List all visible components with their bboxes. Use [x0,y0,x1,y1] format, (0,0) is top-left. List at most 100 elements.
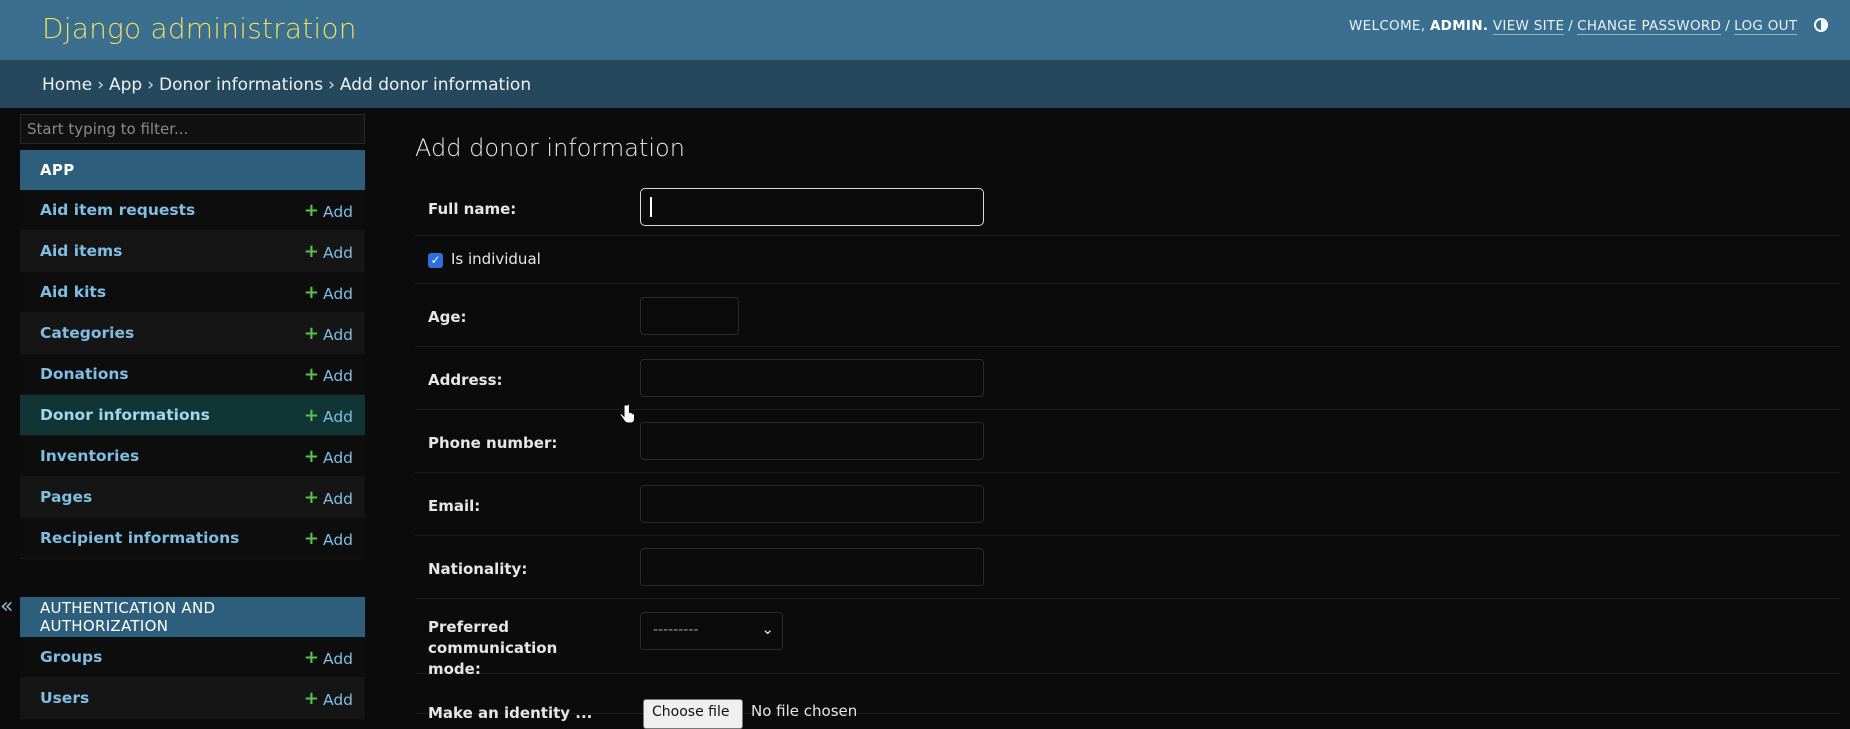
add-link[interactable]: + Add [304,241,353,262]
plus-icon: + [303,687,319,709]
add-link[interactable]: + Add [304,528,353,549]
sidebar-item-categories: Categories + Add [20,313,365,354]
auth-module: AUTHENTICATION AND AUTHORIZATION Groups … [20,597,365,719]
form-row-is-individual: ✓ Is individual [415,236,1840,284]
nav-filter-input[interactable] [20,114,365,144]
add-link-label: Add [322,407,353,426]
add-link[interactable]: + Add [304,200,353,221]
form-row-address: Address: [415,347,1840,410]
plus-icon: + [303,404,319,426]
age-input[interactable] [640,297,739,335]
plus-icon: + [303,363,319,385]
site-branding[interactable]: Django administration [42,12,357,45]
form-row-age: Age: [415,284,1840,347]
form-row-full-name: Full name: [415,180,1840,236]
model-link[interactable]: Aid item requests [40,201,195,219]
add-link-label: Add [322,489,353,508]
log-out-link[interactable]: LOG OUT [1734,18,1798,35]
plus-icon: + [303,527,319,549]
sidebar-item-pages: Pages + Add [20,477,365,518]
breadcrumb-separator: › [97,75,105,95]
app-module-caption[interactable]: APP [20,150,365,190]
model-link[interactable]: Users [40,689,89,707]
breadcrumb-current: Add donor information [339,75,532,95]
add-link-label: Add [322,325,353,344]
hand-cursor-icon [619,403,635,424]
plus-icon: + [303,486,319,508]
choose-file-button[interactable]: Choose file [643,699,743,729]
plus-icon: + [303,322,319,344]
add-link-label: Add [322,448,353,467]
user-tools-separator: / [1568,18,1574,34]
user-tools-separator: / [1725,18,1731,34]
add-link[interactable]: + Add [304,487,353,508]
add-link-label: Add [322,243,353,262]
change-password-link[interactable]: CHANGE PASSWORD [1577,18,1722,35]
form-row-file: Make an identity ... Choose file No file… [415,674,1840,729]
sidebar-item-donor-informations: Donor informations + Add [20,395,365,436]
collapse-sidebar-icon[interactable]: « [0,594,13,619]
phone-number-label: Phone number: [428,434,558,452]
form-row-nationality: Nationality: [415,536,1840,599]
add-link[interactable]: + Add [304,323,353,344]
add-link-label: Add [322,649,353,668]
add-link[interactable]: + Add [304,688,353,709]
model-link[interactable]: Groups [40,648,102,666]
model-link[interactable]: Donor informations [40,406,210,424]
plus-icon: + [303,240,319,262]
add-link[interactable]: + Add [304,364,353,385]
address-input[interactable] [640,359,984,397]
page-title: Add donor information [415,134,685,162]
breadcrumb-separator: › [147,75,155,95]
view-site-link[interactable]: VIEW SITE [1492,18,1565,35]
file-status: No file chosen [751,702,858,720]
chevron-down-icon: ⌄ [761,620,774,638]
sidebar-item-donations: Donations + Add [20,354,365,395]
is-individual-checkbox[interactable]: ✓ [428,253,443,268]
email-input[interactable] [640,485,984,523]
model-link[interactable]: Categories [40,324,134,342]
model-link[interactable]: Pages [40,488,92,506]
add-link[interactable]: + Add [304,405,353,426]
form-row-email: Email: [415,473,1840,536]
form-row-preferred-communication-mode: Preferred communication mode: --------- ⌄ [415,599,1840,678]
add-link[interactable]: + Add [304,282,353,303]
auth-module-caption[interactable]: AUTHENTICATION AND AUTHORIZATION [20,597,365,637]
model-link[interactable]: Recipient informations [40,529,239,547]
sidebar-item-aid-item-requests: Aid item requests + Add [20,190,365,231]
email-label: Email: [428,497,481,515]
plus-icon: + [303,199,319,221]
add-link-label: Add [322,202,353,221]
sidebar-item-aid-items: Aid items + Add [20,231,365,272]
add-link-label: Add [322,284,353,303]
add-link-label: Add [322,366,353,385]
sidebar-item-recipient-informations: Recipient informations + Add [20,518,365,559]
add-link[interactable]: + Add [304,446,353,467]
full-name-label: Full name: [428,200,517,218]
breadcrumb-app[interactable]: App [109,75,142,95]
breadcrumb-home[interactable]: Home [42,75,92,95]
model-link[interactable]: Donations [40,365,129,383]
model-link[interactable]: Aid items [40,242,122,260]
header: Django administration WELCOME, ADMIN. VI… [0,0,1850,60]
breadcrumb: Home › App › Donor informations › Add donor in… [0,60,1850,108]
theme-toggle-icon[interactable] [1814,18,1828,32]
full-name-input[interactable] [640,188,984,226]
phone-number-input[interactable] [640,422,984,460]
sidebar-item-users: Users + Add [20,678,365,719]
add-link-label: Add [322,690,353,709]
preferred-communication-mode-select[interactable]: --------- ⌄ [640,612,783,650]
breadcrumb-donor-informations[interactable]: Donor informations [159,75,323,95]
preferred-communication-mode-label: Preferred communication mode: [428,617,628,680]
model-link[interactable]: Inventories [40,447,139,465]
is-individual-label[interactable]: Is individual [451,250,541,268]
label-line: Preferred communication [428,618,558,657]
app-model-list: Aid item requests + Add Aid items + Add Ai… [20,190,365,559]
text-caret [650,197,652,217]
model-link[interactable]: Aid kits [40,283,106,301]
plus-icon: + [303,281,319,303]
sidebar-item-groups: Groups + Add [20,637,365,678]
address-label: Address: [428,371,503,389]
nationality-input[interactable] [640,548,984,586]
add-link[interactable]: + Add [304,647,353,668]
